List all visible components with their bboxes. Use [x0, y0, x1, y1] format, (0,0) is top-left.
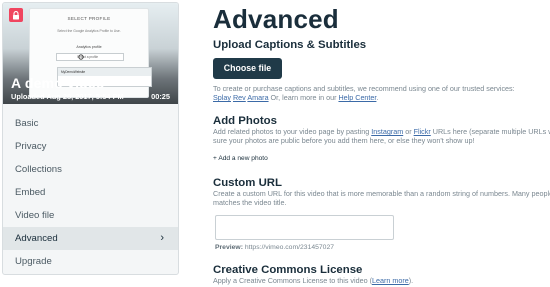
- preview-label: Preview:: [215, 244, 243, 251]
- sidebar-item-label: Embed: [15, 187, 46, 198]
- advanced-settings-panel: Advanced Upload Captions & Subtitles Cho…: [213, 0, 550, 287]
- sidebar-item-basic[interactable]: Basic: [3, 112, 178, 135]
- captions-heading: Upload Captions & Subtitles: [213, 39, 367, 51]
- thumbnail-select: Select a profile: [56, 53, 124, 61]
- sidebar-item-label: Video file: [15, 210, 55, 221]
- splay-link[interactable]: Splay: [213, 93, 231, 102]
- help-center-link[interactable]: Help Center: [338, 93, 376, 102]
- photos-text-c: URLs here (separate multiple URLs wit: [430, 127, 550, 136]
- upload-date: Uploaded Aug 28, 2017, 5:54 PM: [11, 92, 124, 101]
- photos-text: Add related photos to your video page by…: [213, 127, 550, 146]
- chevron-right-icon: ›: [160, 232, 164, 244]
- license-heading: Creative Commons License: [213, 264, 363, 276]
- video-duration: 00:25: [151, 92, 170, 101]
- sidebar-item-label: Collections: [15, 164, 62, 175]
- cursor-icon: [78, 54, 84, 60]
- sidebar-item-label: Privacy: [15, 141, 47, 152]
- sidebar-item-label: Basic: [15, 118, 39, 129]
- thumbnail-subtext: Select the Google Analytics Profile to U…: [57, 29, 121, 33]
- learn-more-link[interactable]: Learn more: [372, 276, 409, 285]
- amara-link[interactable]: Amara: [247, 93, 268, 102]
- lock-icon: [9, 8, 23, 22]
- license-text-body: Apply a Creative Commons License to this…: [213, 276, 372, 285]
- sidebar-item-upgrade[interactable]: Upgrade: [3, 250, 178, 273]
- license-text-close: ).: [408, 276, 414, 285]
- sidebar-item-collections[interactable]: Collections: [3, 158, 178, 181]
- sidebar-item-label: Advanced: [15, 233, 58, 244]
- flickr-link[interactable]: Flickr: [414, 127, 431, 136]
- add-photo-link[interactable]: + Add a new photo: [213, 155, 268, 162]
- choose-file-button[interactable]: Choose file: [213, 58, 282, 79]
- sidebar-item-privacy[interactable]: Privacy: [3, 135, 178, 158]
- captions-text-line2: Splay Rev Amara Or, learn more in our He…: [213, 93, 515, 102]
- video-thumbnail[interactable]: SELECT PROFILE Select the Google Analyti…: [3, 3, 178, 104]
- license-text: Apply a Creative Commons License to this…: [213, 276, 413, 285]
- photos-heading: Add Photos: [213, 115, 277, 127]
- url-preview: Preview: https://vimeo.com/231457027: [215, 244, 334, 251]
- custom-url-text: Create a custom URL for this video that …: [213, 189, 550, 208]
- page-title: Advanced: [213, 4, 339, 34]
- photos-text-line2: sure your photos are public before you a…: [213, 136, 475, 146]
- thumbnail-field-label: Analytics profile: [76, 45, 102, 49]
- custom-url-text-line2: matches the video title.: [213, 198, 287, 208]
- captions-text-line1: To create or purchase captions and subti…: [213, 84, 515, 93]
- captions-text-middle: Or, learn more in our: [268, 93, 339, 103]
- rev-link[interactable]: Rev: [233, 93, 246, 102]
- preview-url: https://vimeo.com/231457027: [242, 244, 335, 251]
- custom-url-text-line1: Create a custom URL for this video that …: [213, 189, 550, 198]
- video-title: A demo video: [11, 75, 105, 91]
- photos-text-line1: Add related photos to your video page by…: [213, 127, 550, 136]
- sidebar-item-video-file[interactable]: Video file: [3, 204, 178, 227]
- video-settings-sidebar: SELECT PROFILE Select the Google Analyti…: [2, 2, 179, 275]
- captions-text: To create or purchase captions and subti…: [213, 84, 515, 103]
- captions-period: .: [376, 93, 379, 103]
- custom-url-input[interactable]: [215, 215, 394, 240]
- photos-text-b: or: [403, 127, 414, 136]
- photos-text-a: Add related photos to your video page by…: [213, 127, 372, 136]
- sidebar-item-advanced[interactable]: Advanced ›: [3, 227, 178, 250]
- thumbnail-heading: SELECT PROFILE: [67, 16, 111, 21]
- sidebar-item-label: Upgrade: [15, 256, 52, 267]
- custom-url-heading: Custom URL: [213, 177, 282, 189]
- sidebar-item-embed[interactable]: Embed: [3, 181, 178, 204]
- settings-menu: Basic Privacy Collections Embed Video fi…: [3, 112, 178, 273]
- instagram-link[interactable]: Instagram: [371, 127, 403, 136]
